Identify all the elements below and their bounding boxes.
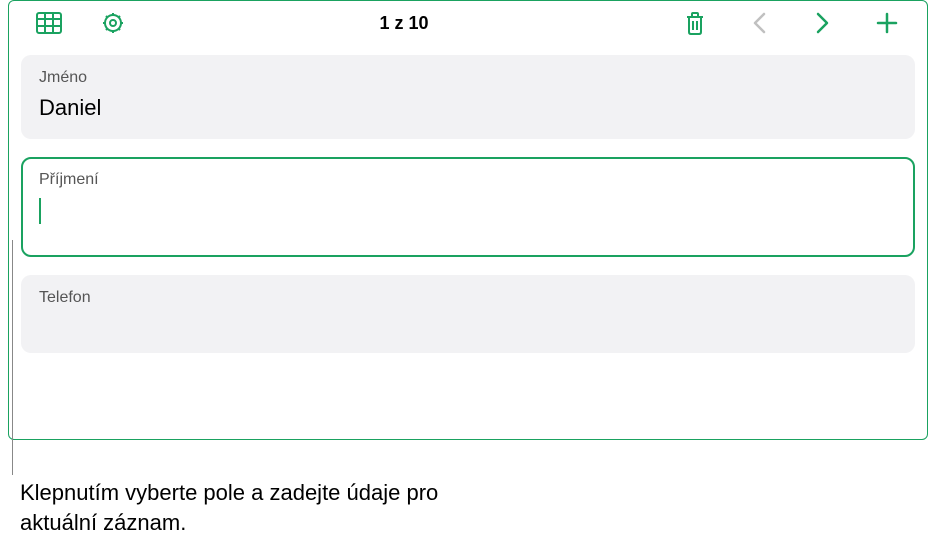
surname-field[interactable]: Příjmení (21, 157, 915, 257)
trash-icon (684, 11, 706, 35)
caption-text: Klepnutím vyberte pole a zadejte údaje p… (20, 478, 440, 537)
name-label: Jméno (39, 69, 897, 87)
settings-button[interactable] (83, 6, 143, 40)
record-counter: 1 z 10 (147, 13, 661, 34)
phone-field[interactable]: Telefon (21, 275, 915, 353)
toolbar: 1 z 10 (9, 1, 927, 45)
form-window: 1 z 10 (8, 0, 928, 440)
phone-label: Telefon (39, 289, 897, 307)
next-button[interactable] (793, 6, 853, 40)
chevron-right-icon (816, 12, 830, 34)
surname-label: Příjmení (39, 171, 897, 189)
delete-button[interactable] (665, 6, 725, 40)
previous-button[interactable] (729, 6, 789, 40)
surname-value (39, 197, 897, 224)
name-value: Daniel (39, 95, 897, 121)
table-icon (36, 12, 62, 34)
plus-icon (876, 12, 898, 34)
name-field[interactable]: Jméno Daniel (21, 55, 915, 139)
table-view-button[interactable] (19, 6, 79, 40)
callout-line (12, 240, 13, 475)
text-cursor (39, 198, 41, 224)
form-content: Jméno Daniel Příjmení Telefon (9, 45, 927, 381)
gear-icon (100, 10, 126, 36)
add-button[interactable] (857, 6, 917, 40)
chevron-left-icon (752, 12, 766, 34)
